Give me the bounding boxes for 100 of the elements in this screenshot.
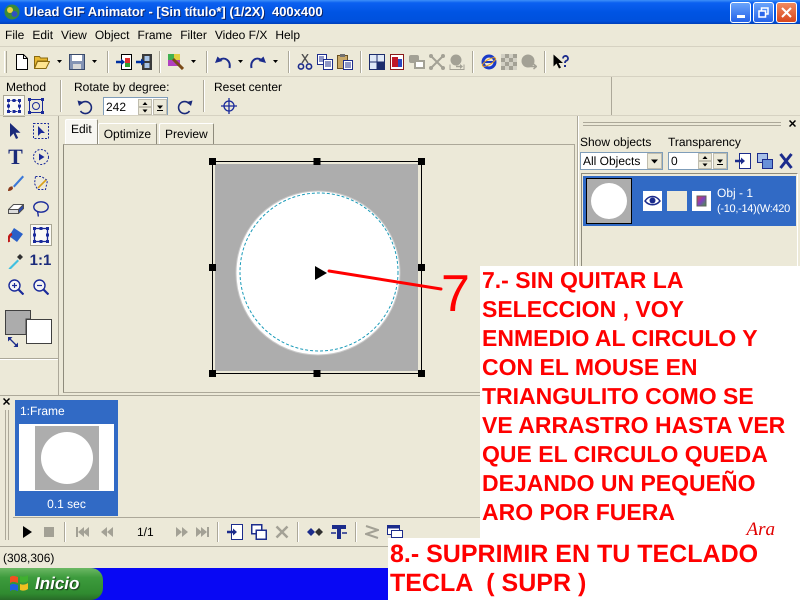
resize-handle[interactable] <box>314 158 320 165</box>
spin-up-icon[interactable] <box>698 153 712 161</box>
resize-handle[interactable] <box>314 370 320 377</box>
play-icon[interactable] <box>23 526 32 538</box>
film-strip-arrow-icon[interactable] <box>136 54 152 70</box>
spin-up-icon[interactable] <box>138 98 152 106</box>
dashed-select-icon[interactable] <box>32 123 48 139</box>
page-arrow-icon[interactable] <box>226 524 243 540</box>
frame-label: 1:Frame <box>19 403 65 420</box>
window-frames-icon[interactable] <box>386 525 403 538</box>
spin-down-icon[interactable] <box>138 106 152 114</box>
swap-arrows-icon[interactable] <box>8 337 18 347</box>
menu-item[interactable]: View <box>57 27 91 43</box>
pointer-arrow-icon[interactable] <box>8 123 22 139</box>
resize-handle[interactable] <box>209 158 216 165</box>
restore-button[interactable] <box>753 2 774 22</box>
crop-square-icon[interactable] <box>369 54 385 70</box>
help-pointer-icon[interactable] <box>553 54 569 70</box>
zoom-out-icon[interactable] <box>32 279 48 295</box>
delete-icon[interactable] <box>779 153 793 169</box>
page-arrow-icon[interactable] <box>116 54 132 70</box>
dropdown-arrow-icon[interactable] <box>57 60 62 63</box>
frame-item[interactable]: 1:Frame 0.1 sec <box>15 400 118 516</box>
resize-handle[interactable] <box>209 264 216 271</box>
close-icon[interactable] <box>3 398 10 405</box>
paintbrush-icon[interactable] <box>8 175 24 191</box>
image-page-icon[interactable] <box>389 54 405 70</box>
folder-icon[interactable] <box>34 54 50 70</box>
menu-item[interactable]: Video F/X <box>210 27 272 43</box>
toggle-box[interactable] <box>667 191 687 211</box>
transparency-label: Transparency <box>668 135 742 149</box>
close-icon <box>781 6 792 18</box>
banner-text-icon[interactable] <box>330 524 347 540</box>
background-color-swatch[interactable] <box>26 319 52 344</box>
resize-handle[interactable] <box>209 370 216 377</box>
rotate-label: Rotate by degree: <box>74 80 170 94</box>
lasso-icon[interactable] <box>32 201 48 217</box>
object-info: (-10,-14)(W:420 <box>717 203 790 216</box>
browser-icon[interactable] <box>481 54 497 70</box>
resize-handle[interactable] <box>418 158 425 165</box>
actual-size-button[interactable]: 1:1 <box>28 251 52 271</box>
paint-bucket-icon[interactable] <box>8 227 24 243</box>
page-arrow-icon[interactable] <box>735 153 751 169</box>
crosshair-icon[interactable] <box>221 98 237 114</box>
rotate-left-icon[interactable] <box>77 98 93 114</box>
tab[interactable]: Preview <box>159 123 214 144</box>
eyedropper-icon[interactable] <box>8 253 24 269</box>
magic-wand-icon[interactable] <box>32 175 48 191</box>
dropdown-arrow-icon[interactable] <box>238 60 243 63</box>
spin-down-icon[interactable] <box>698 161 712 169</box>
eraser-icon[interactable] <box>8 204 24 214</box>
show-objects-dropdown[interactable]: All Objects <box>580 152 663 170</box>
menu-item[interactable]: File <box>1 27 28 43</box>
redo-arrow-icon[interactable] <box>250 54 266 70</box>
copy-icon[interactable] <box>317 54 333 70</box>
color-brush-icon[interactable] <box>168 54 184 70</box>
window-title: Ulead GIF Animator - [Sin título*] (1/2X) 400x400 <box>24 4 323 20</box>
resize-handle[interactable] <box>418 264 425 271</box>
status-text: (308,306) <box>3 550 54 564</box>
menu-item[interactable]: Help <box>271 27 304 43</box>
close-button[interactable] <box>776 2 797 22</box>
tab[interactable]: Optimize <box>98 123 158 144</box>
minimize-button[interactable] <box>730 2 751 22</box>
triangle-handle-icon[interactable] <box>315 266 327 280</box>
menu-item[interactable]: Edit <box>28 27 58 43</box>
menu-item[interactable]: Object <box>90 27 134 43</box>
frame-delay: 0.1 sec <box>47 497 86 511</box>
close-icon[interactable] <box>789 120 796 127</box>
frame-counter: 1/1 <box>136 524 155 538</box>
text-tool-button[interactable]: T <box>7 147 24 167</box>
rotation-spinbox[interactable]: 242 <box>103 97 168 116</box>
annotation-number: 7 <box>441 268 470 320</box>
foreground-color-swatch[interactable] <box>5 310 31 335</box>
blank-page-icon[interactable] <box>14 54 30 70</box>
object-row[interactable]: Obj - 1 (-10,-14)(W:420 <box>583 176 796 226</box>
diamonds-icon[interactable] <box>306 526 323 536</box>
start-button[interactable]: Inicio <box>0 568 103 600</box>
menu-item[interactable]: Frame <box>134 27 176 43</box>
dashed-frame-handles-icon[interactable] <box>3 95 25 117</box>
show-objects-label: Show objects <box>580 135 652 149</box>
undo-arrow-icon[interactable] <box>215 54 231 70</box>
rotate-frame-icon[interactable] <box>28 98 44 114</box>
zoom-in-icon[interactable] <box>8 279 24 295</box>
rotate-right-icon[interactable] <box>177 98 193 114</box>
restore-icon <box>758 6 769 18</box>
dropdown-arrow-icon[interactable] <box>92 60 97 63</box>
eye-icon[interactable] <box>643 191 662 211</box>
duplicate-frames-icon[interactable] <box>250 524 267 540</box>
resize-handle[interactable] <box>418 370 425 377</box>
scissors-icon[interactable] <box>297 54 313 70</box>
tab[interactable]: Edit <box>65 119 98 144</box>
duplicate-icon[interactable] <box>757 153 773 169</box>
dropdown-arrow-icon[interactable] <box>273 60 278 63</box>
gradient-swatch-icon[interactable] <box>692 191 711 211</box>
dropdown-arrow-icon[interactable] <box>191 60 196 63</box>
dashed-circle-play-icon[interactable] <box>32 149 48 165</box>
transparency-spinbox[interactable]: 0 <box>668 152 728 170</box>
clipboard-icon[interactable] <box>337 54 353 70</box>
transform-frame-icon[interactable] <box>30 224 52 246</box>
menu-item[interactable]: Filter <box>176 27 211 43</box>
